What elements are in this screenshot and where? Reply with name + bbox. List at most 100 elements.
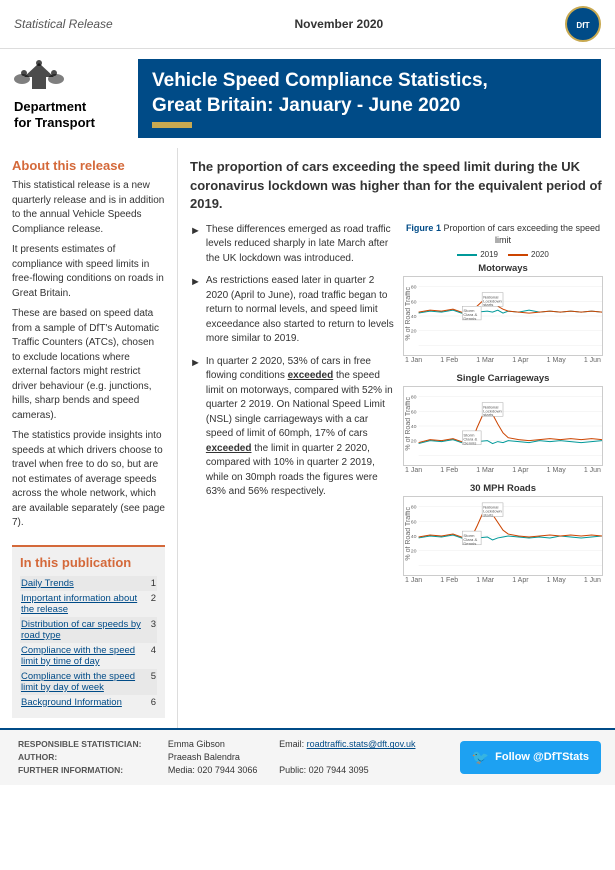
figure-title: Figure 1 Proportion of cars exceeding th… <box>403 223 603 246</box>
legend-2020: 2020 <box>508 250 549 259</box>
svg-text:Dennis: Dennis <box>463 541 476 546</box>
author-label: AUTHOR: <box>14 751 164 764</box>
title-accent-bar <box>152 122 192 128</box>
twitter-icon: 🐦 <box>472 749 489 766</box>
bullet-text-3: In quarter 2 2020, 53% of cars in free f… <box>206 355 395 500</box>
30mph-chart-section: 30 MPH Roads % of Road Traffic 80 60 40 <box>403 483 603 585</box>
bullet-3: ► In quarter 2 2020, 53% of cars in free… <box>190 355 395 500</box>
pub-item-page: 2 <box>150 591 157 617</box>
motorways-chart: % of Road Traffic 80 60 40 <box>403 276 603 356</box>
publication-toc: Daily Trends1Important information about… <box>20 576 157 710</box>
legend-line-2019 <box>457 254 477 256</box>
top-bar: Statistical Release November 2020 DfT <box>0 0 615 49</box>
motorways-yaxis-label: % of Road Traffic <box>405 287 412 341</box>
pub-item-label[interactable]: Daily Trends <box>20 576 150 591</box>
in-publication-section: In this publication Daily Trends1Importa… <box>12 545 165 718</box>
30mph-yaxis-label: % of Road Traffic <box>405 507 412 561</box>
pub-item-label[interactable]: Background Information <box>20 695 150 710</box>
sc-xaxis: 1 Jan1 Feb1 Mar1 Apr1 May1 Jun <box>403 466 603 475</box>
pub-item-page: 5 <box>150 669 157 695</box>
about-title: About this release <box>12 158 165 173</box>
30mph-chart-title: 30 MPH Roads <box>403 483 603 494</box>
dft-logo-icon: DfT <box>565 6 601 42</box>
follow-twitter-button[interactable]: 🐦 Follow @DfTStats <box>460 741 601 774</box>
in-publication-title: In this publication <box>20 555 157 570</box>
page-header: Departmentfor Transport Vehicle Speed Co… <box>0 49 615 148</box>
gov-logo-block: Departmentfor Transport <box>14 59 124 138</box>
article-bullets: ► These differences emerged as road traf… <box>190 223 395 593</box>
svg-text:starts: starts <box>483 513 493 518</box>
pub-item-label[interactable]: Compliance with the speed limit by day o… <box>20 669 150 695</box>
email-cell: Email: roadtraffic.stats@dft.gov.uk <box>275 738 440 751</box>
contact-table: RESPONSIBLE STATISTICIAN: Emma Gibson Em… <box>14 738 440 777</box>
further-info-row: FURTHER INFORMATION: Media: 020 7944 306… <box>14 764 440 777</box>
pub-table-row[interactable]: Compliance with the speed limit by time … <box>20 643 157 669</box>
org-name-label: Departmentfor Transport <box>14 99 95 130</box>
svg-text:starts: starts <box>483 303 493 308</box>
pub-item-label[interactable]: Distribution of car speeds by road type <box>20 617 150 643</box>
svg-text:DfT: DfT <box>576 21 589 30</box>
responsible-statistician-value: Emma Gibson <box>164 738 275 751</box>
bullet-text-2: As restrictions eased later in quarter 2… <box>206 274 395 347</box>
pub-item-label[interactable]: Compliance with the speed limit by time … <box>20 643 150 669</box>
responsible-statistician-label: RESPONSIBLE STATISTICIAN: <box>14 738 164 751</box>
pub-item-page: 3 <box>150 617 157 643</box>
author-value: Praeash Balendra <box>164 751 275 764</box>
pub-item-label[interactable]: Important information about the release <box>20 591 150 617</box>
main-content: About this release This statistical rele… <box>0 148 615 728</box>
motorways-chart-section: Motorways % of Road Traffic 80 <box>403 263 603 365</box>
about-para-4: The statistics provide insights into spe… <box>12 429 165 531</box>
publication-title-block: Vehicle Speed Compliance Statistics, Gre… <box>138 59 601 138</box>
30mph-xaxis: 1 Jan1 Feb1 Mar1 Apr1 May1 Jun <box>403 576 603 585</box>
bullet-arrow-icon: ► <box>190 224 201 267</box>
legend-label-2019: 2019 <box>480 250 498 259</box>
further-info-public: Public: 020 7944 3095 <box>275 764 440 777</box>
bullet-arrow-icon-3: ► <box>190 356 201 500</box>
email-link[interactable]: roadtraffic.stats@dft.gov.uk <box>307 739 416 749</box>
release-type-label: Statistical Release <box>14 17 113 31</box>
sc-yaxis-label: % of Road Traffic <box>405 397 412 451</box>
release-date-label: November 2020 <box>295 17 384 31</box>
single-carriageways-chart: % of Road Traffic 80 60 40 20 <box>403 386 603 466</box>
publication-title: Vehicle Speed Compliance Statistics, Gre… <box>152 69 587 118</box>
about-section: About this release This statistical rele… <box>12 158 165 531</box>
bullet-2: ► As restrictions eased later in quarter… <box>190 274 395 347</box>
30mph-chart: % of Road Traffic 80 60 40 20 <box>403 496 603 576</box>
article-heading: The proportion of cars exceeding the spe… <box>190 158 603 213</box>
pub-table-row[interactable]: Important information about the release2 <box>20 591 157 617</box>
legend-2019: 2019 <box>457 250 498 259</box>
svg-text:Dennis: Dennis <box>463 316 476 321</box>
further-info-media: Media: 020 7944 3066 <box>164 764 275 777</box>
figure-panel: Figure 1 Proportion of cars exceeding th… <box>403 223 603 593</box>
pub-table-row[interactable]: Distribution of car speeds by road type3 <box>20 617 157 643</box>
legend-label-2020: 2020 <box>531 250 549 259</box>
bullet-text-1: These differences emerged as road traffi… <box>206 223 395 267</box>
bullet-arrow-icon-2: ► <box>190 275 201 347</box>
pub-table-row[interactable]: Compliance with the speed limit by day o… <box>20 669 157 695</box>
responsible-statistician-row: RESPONSIBLE STATISTICIAN: Emma Gibson Em… <box>14 738 440 751</box>
single-carriageways-title: Single Carriageways <box>403 373 603 384</box>
email-label: Email: <box>279 739 304 749</box>
about-para-1: This statistical release is a new quarte… <box>12 179 165 237</box>
legend-line-2020 <box>508 254 528 256</box>
about-para-3: These are based on speed data from a sam… <box>12 307 165 423</box>
pub-item-page: 6 <box>150 695 157 710</box>
about-para-2: It presents estimates of compliance with… <box>12 243 165 301</box>
motorways-chart-title: Motorways <box>403 263 603 274</box>
svg-text:Dennis: Dennis <box>463 441 476 446</box>
author-row: AUTHOR: Praeash Balendra <box>14 751 440 764</box>
author-email-placeholder <box>275 751 440 764</box>
motorways-xaxis: 1 Jan1 Feb1 Mar1 Apr1 May1 Jun <box>403 356 603 365</box>
content-grid: ► These differences emerged as road traf… <box>190 223 603 593</box>
figure-subtitle: Proportion of cars exceeding the speed l… <box>443 223 600 245</box>
main-article: The proportion of cars exceeding the spe… <box>178 148 615 728</box>
chart-legend: 2019 2020 <box>403 250 603 259</box>
gov-emblem-icon <box>14 59 64 97</box>
page-footer: RESPONSIBLE STATISTICIAN: Emma Gibson Em… <box>0 728 615 785</box>
figure-number: Figure 1 <box>406 223 444 233</box>
pub-item-page: 4 <box>150 643 157 669</box>
further-info-label: FURTHER INFORMATION: <box>14 764 164 777</box>
pub-table-row[interactable]: Daily Trends1 <box>20 576 157 591</box>
pub-table-row[interactable]: Background Information6 <box>20 695 157 710</box>
left-sidebar: About this release This statistical rele… <box>0 148 178 728</box>
